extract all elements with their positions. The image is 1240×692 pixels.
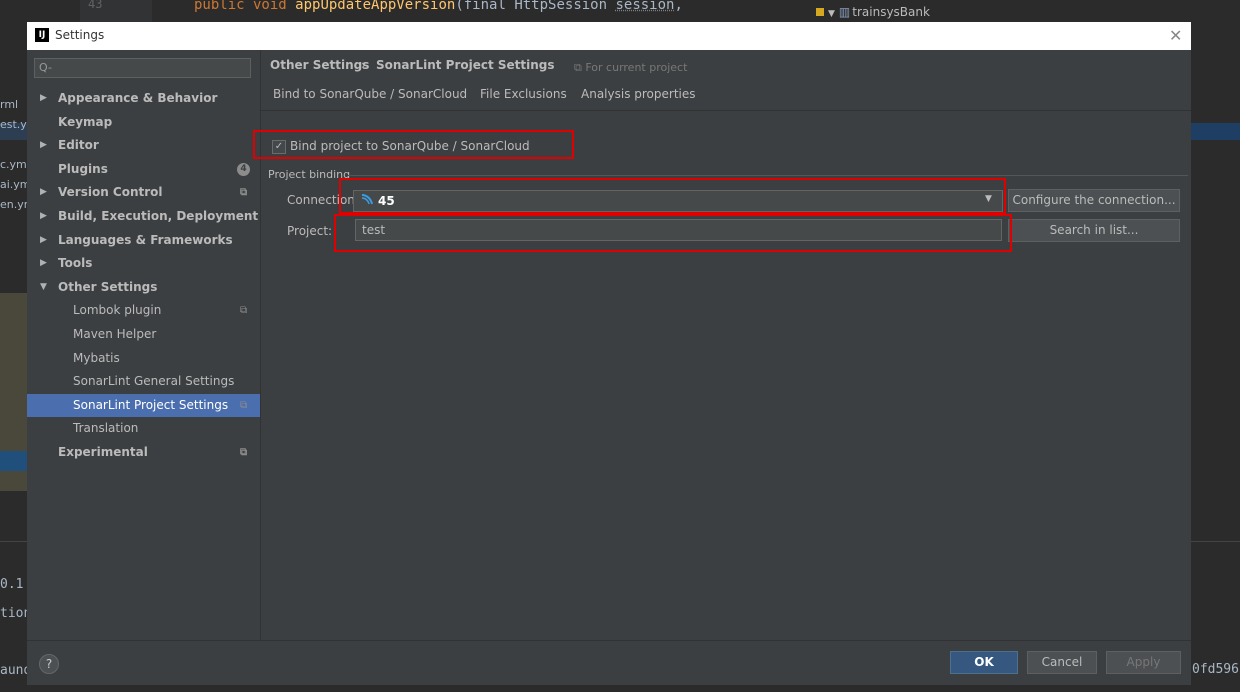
code-end: ,: [674, 0, 683, 13]
expand-arrow-icon: ▼: [828, 9, 835, 19]
sidebar-item-label: Appearance & Behavior: [58, 91, 218, 105]
sidebar-item-label: Other Settings: [58, 279, 158, 294]
sidebar-item[interactable]: Plugins 4: [27, 158, 260, 181]
tab-bind[interactable]: Bind to SonarQube / SonarCloud: [273, 87, 467, 101]
sidebar-item[interactable]: ▶ Version Control ⧉: [27, 181, 260, 204]
sidebar-item[interactable]: Lombok plugin ⧉: [27, 299, 260, 322]
sidebar-item[interactable]: ▶ Build, Execution, Deployment: [27, 205, 260, 228]
line-number: 43: [88, 0, 103, 11]
breadcrumb-separator: ›: [361, 58, 366, 72]
editor-side-highlight: [0, 451, 27, 471]
settings-content: Other Settings › SonarLint Project Setti…: [253, 50, 1191, 640]
project-scope-label: For current project: [585, 61, 688, 74]
line-gutter: 43: [80, 0, 152, 22]
folder-marker-icon: [816, 8, 824, 16]
sidebar-item[interactable]: Translation: [27, 417, 260, 440]
settings-search-input[interactable]: Q-: [34, 58, 251, 78]
code-param: session: [615, 0, 675, 13]
highlight-box-connection: [339, 178, 1006, 214]
module-icon: ▥: [838, 5, 851, 19]
sidebar-item-label: Mybatis: [73, 350, 120, 365]
expanded-arrow-icon[interactable]: ▼: [40, 276, 47, 299]
dialog-title: Settings: [55, 28, 105, 42]
intellij-logo-icon: IJ: [35, 28, 49, 42]
collapsed-arrow-icon[interactable]: ▶: [40, 229, 47, 252]
file-fragment: ai.ym: [0, 178, 31, 191]
collapsed-arrow-icon[interactable]: ▶: [40, 134, 47, 157]
sidebar-item[interactable]: SonarLint Project Settings ⧉: [27, 393, 260, 417]
sidebar-item-label: Version Control: [58, 185, 163, 200]
sidebar-item[interactable]: Keymap: [27, 111, 260, 134]
dialog-titlebar[interactable]: IJ Settings ✕: [27, 22, 1191, 50]
code-function: appUpdateAppVersion: [295, 0, 456, 13]
sidebar-item[interactable]: ▶ Tools: [27, 252, 260, 275]
cancel-button[interactable]: Cancel: [1027, 651, 1097, 674]
sidebar-item-label: Languages & Frameworks: [58, 232, 233, 247]
configure-connection-button[interactable]: Configure the connection...: [1008, 189, 1180, 212]
project-level-icon: ⧉: [240, 187, 248, 199]
settings-sidebar: Q- ▶ Appearance & Behavior Keymap ▶ Editor Pl…: [27, 50, 261, 640]
sidebar-item-label: Tools: [58, 256, 93, 271]
sidebar-item[interactable]: SonarLint General Settings: [27, 370, 260, 393]
search-in-list-button[interactable]: Search in list...: [1008, 219, 1180, 242]
project-level-icon: ⧉: [240, 305, 248, 317]
project-level-icon: ⧉: [240, 447, 248, 458]
breadcrumb-parent[interactable]: Other Settings: [270, 58, 369, 72]
help-icon[interactable]: ?: [39, 654, 59, 674]
dialog-footer: ? OK Cancel Apply: [27, 640, 1191, 685]
highlight-box-bind: [253, 130, 574, 159]
file-fragment: c.yml: [0, 158, 30, 171]
sidebar-item-label: Keymap: [58, 114, 113, 129]
collapsed-arrow-icon[interactable]: ▶: [40, 87, 47, 110]
project-tree-item[interactable]: ▼ ▥ trainsysBank: [816, 5, 930, 19]
sidebar-item-label: SonarLint General Settings: [73, 374, 235, 389]
tab-divider: [260, 110, 1191, 111]
tree-item-label: trainsysBank: [852, 5, 930, 19]
sidebar-item[interactable]: Experimental ⧉: [27, 441, 260, 464]
sidebar-item[interactable]: Mybatis: [27, 347, 260, 370]
sidebar-item-label: Translation: [73, 421, 139, 436]
code-text: (final HttpSession: [455, 0, 616, 13]
code-line: public void appUpdateAppVersion(final Ht…: [194, 0, 683, 13]
project-level-icon: ⧉: [240, 399, 248, 411]
sidebar-item-label: SonarLint Project Settings: [73, 397, 229, 412]
code-keyword: public void: [194, 0, 296, 13]
collapsed-arrow-icon[interactable]: ▶: [40, 252, 47, 275]
sidebar-item[interactable]: ▶ Languages & Frameworks: [27, 229, 260, 252]
project-binding-separator: [348, 175, 1188, 176]
tab-file-exclusions[interactable]: File Exclusions: [480, 87, 567, 101]
sidebar-item-label: Lombok plugin: [73, 303, 162, 318]
file-fragment: rml: [0, 98, 19, 111]
collapsed-arrow-icon[interactable]: ▶: [40, 205, 47, 228]
console-fragment-right: 0fd596: [1192, 662, 1239, 677]
project-scope-icon: ⧉: [574, 61, 586, 74]
sidebar-item[interactable]: Maven Helper: [27, 323, 260, 346]
tab-analysis-properties[interactable]: Analysis properties: [581, 87, 696, 101]
sidebar-item-label: Maven Helper: [73, 327, 157, 341]
close-icon[interactable]: ✕: [1169, 26, 1182, 45]
project-label: Project:: [287, 224, 333, 238]
highlight-box-project: [334, 214, 1012, 252]
settings-dialog: IJ Settings ✕ Q- ▶ Appearance & Behavior K…: [27, 22, 1191, 685]
project-binding-title: Project binding: [268, 168, 351, 181]
sidebar-item-label: Experimental: [58, 445, 148, 459]
plugin-updates-badge: 4: [237, 162, 250, 176]
sidebar-item-label: Plugins: [58, 161, 108, 176]
sidebar-item[interactable]: ▶ Editor: [27, 134, 260, 157]
editor-selection-band: [1191, 123, 1240, 140]
collapsed-arrow-icon[interactable]: ▶: [40, 181, 47, 204]
console-fragment: 0.1: [0, 577, 24, 592]
apply-button[interactable]: Apply: [1106, 651, 1181, 674]
ok-button[interactable]: OK: [950, 651, 1018, 674]
sidebar-item[interactable]: ▶ Appearance & Behavior: [27, 87, 260, 110]
sidebar-item-label: Build, Execution, Deployment: [58, 209, 259, 223]
breadcrumb-current: SonarLint Project Settings: [376, 58, 555, 72]
sidebar-item[interactable]: ▼ Other Settings: [27, 276, 260, 299]
project-scope-note: ⧉ For current project: [574, 61, 687, 75]
sidebar-item-label: Editor: [58, 138, 99, 153]
